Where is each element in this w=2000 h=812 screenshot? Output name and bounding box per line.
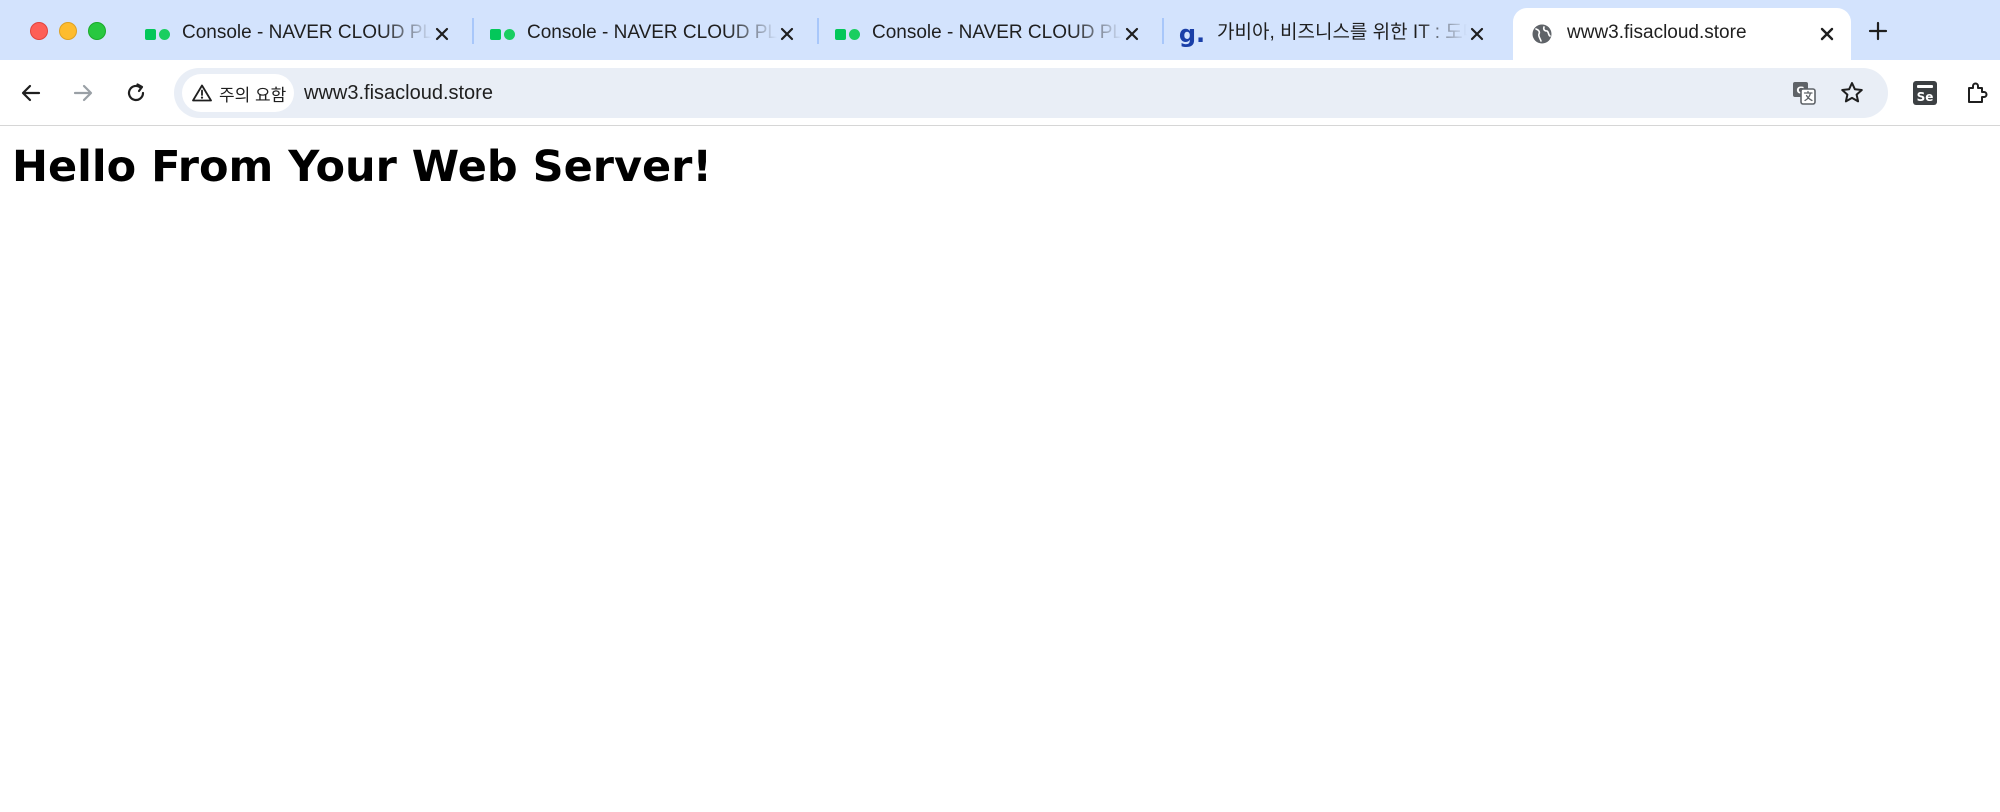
bookmark-button[interactable] [1836,77,1868,109]
naver-cloud-icon [144,21,170,47]
gabia-icon-glyph: g. [1178,20,1206,48]
plus-icon [1868,21,1888,41]
close-icon[interactable] [775,22,799,46]
arrow-right-icon [73,84,93,102]
globe-icon [1529,21,1555,47]
naver-cloud-icon [834,21,860,47]
warning-icon [192,84,212,102]
gabia-icon: g. [1179,21,1205,47]
url-text[interactable]: www3.fisacloud.store [304,68,493,118]
reload-button[interactable] [117,74,155,112]
tab-strip: Console - NAVER CLOUD PLATFORM Console -… [0,0,2000,60]
extensions-button[interactable] [1960,76,1994,110]
tab-naver-console-1[interactable]: Console - NAVER CLOUD PLATFORM [128,8,466,60]
page-content: Hello From Your Web Server! [0,127,2000,812]
star-icon [1841,82,1863,103]
translate-icon: G [1793,82,1816,105]
tab-fisacloud[interactable]: www3.fisacloud.store [1513,8,1851,60]
tab-naver-console-3[interactable]: Console - NAVER CLOUD PLATFORM [818,8,1156,60]
tab-naver-console-2[interactable]: Console - NAVER CLOUD PLATFORM [473,8,811,60]
back-button[interactable] [12,74,50,112]
translate-button[interactable]: G [1788,77,1820,109]
tab-gabia[interactable]: g. 가비아, 비즈니스를 위한 IT : 도메인 [1163,8,1501,60]
browser-toolbar: 주의 요함 www3.fisacloud.store G Se [0,60,2000,126]
forward-button[interactable] [64,74,102,112]
tab-title: www3.fisacloud.store [1567,22,1747,43]
close-icon[interactable] [1465,22,1489,46]
naver-cloud-icon [489,21,515,47]
selenium-icon: Se [1913,81,1937,105]
close-icon[interactable] [1120,22,1144,46]
window-maximize-button[interactable] [88,22,106,40]
tab-title: Console - NAVER CLOUD PLATFORM [182,22,432,43]
arrow-left-icon [21,84,41,102]
security-chip-label: 주의 요함 [219,85,287,105]
tab-title: 가비아, 비즈니스를 위한 IT : 도메인 [1217,22,1467,43]
security-status-chip[interactable]: 주의 요함 [182,74,294,112]
page-heading: Hello From Your Web Server! [12,142,712,192]
tab-title: Console - NAVER CLOUD PLATFORM [872,22,1122,43]
close-icon[interactable] [1815,22,1839,46]
close-icon[interactable] [430,22,454,46]
window-close-button[interactable] [30,22,48,40]
address-bar[interactable]: 주의 요함 www3.fisacloud.store G [174,68,1888,118]
window-minimize-button[interactable] [59,22,77,40]
tab-title: Console - NAVER CLOUD PLATFORM [527,22,777,43]
puzzle-icon [1968,82,1988,103]
selenium-badge-text: Se [1916,90,1934,104]
selenium-extension-button[interactable]: Se [1908,76,1942,110]
new-tab-button[interactable] [1862,15,1894,47]
reload-icon [127,83,145,102]
